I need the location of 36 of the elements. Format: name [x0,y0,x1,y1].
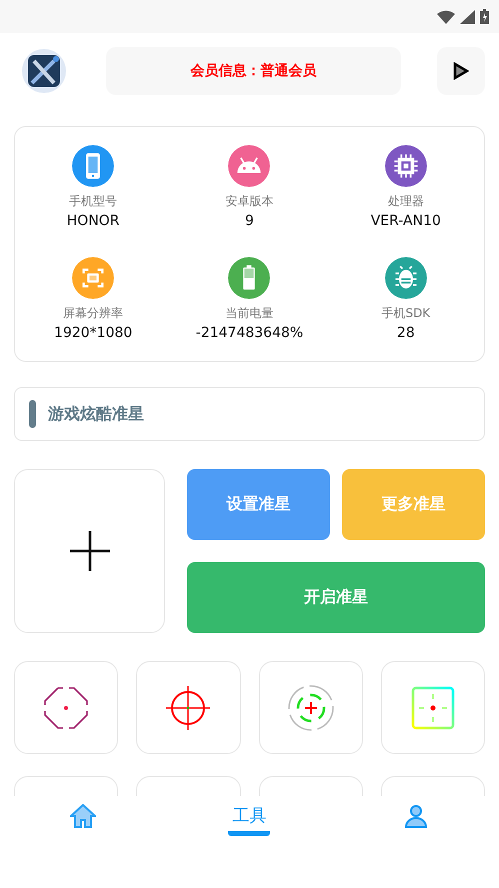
tools-tab[interactable]: 工具 [228,800,270,836]
person-icon [404,804,428,828]
crosshair-option[interactable] [136,661,240,754]
info-label: 处理器 [388,193,424,210]
square-crosshair-icon [410,686,455,730]
info-label: 当前电量 [225,305,274,322]
info-value: HONOR [66,213,120,229]
add-crosshair-button[interactable] [14,469,165,633]
octagon-crosshair-icon [44,686,88,728]
crosshair-action-button[interactable]: 更多准星 [342,469,485,540]
info-label: 屏幕分辨率 [63,305,124,322]
info-value: 1920*1080 [54,325,132,341]
play-icon [453,62,469,80]
info-value: 28 [396,325,415,341]
info-value: -2147483648% [196,325,304,341]
crosshair-option[interactable] [258,661,363,754]
info-value: VER-AN10 [370,213,441,229]
member-info-button[interactable]: 会员信息：普通会员 [106,47,401,95]
info-label: 手机型号 [69,193,118,210]
section-title: 游戏炫酷准星 [48,404,144,424]
signal-icon [460,10,475,24]
scope-crosshair-icon [165,684,212,730]
wifi-icon [437,10,455,24]
home-icon [70,804,96,828]
accent-bar [29,400,36,428]
plus-icon [70,531,110,571]
crosshair-action-button[interactable]: 设置准星 [187,469,330,540]
crosshair-action-button[interactable]: 开启准星 [187,562,485,633]
tools-logo-icon [20,47,68,95]
ring-crosshair-icon [286,684,335,732]
battery-icon [480,9,489,24]
crosshair-option[interactable] [14,661,118,754]
info-label: 手机SDK [381,305,430,322]
info-value: 9 [245,213,254,229]
info-label: 安卓版本 [225,193,274,210]
play-button[interactable] [437,47,485,95]
